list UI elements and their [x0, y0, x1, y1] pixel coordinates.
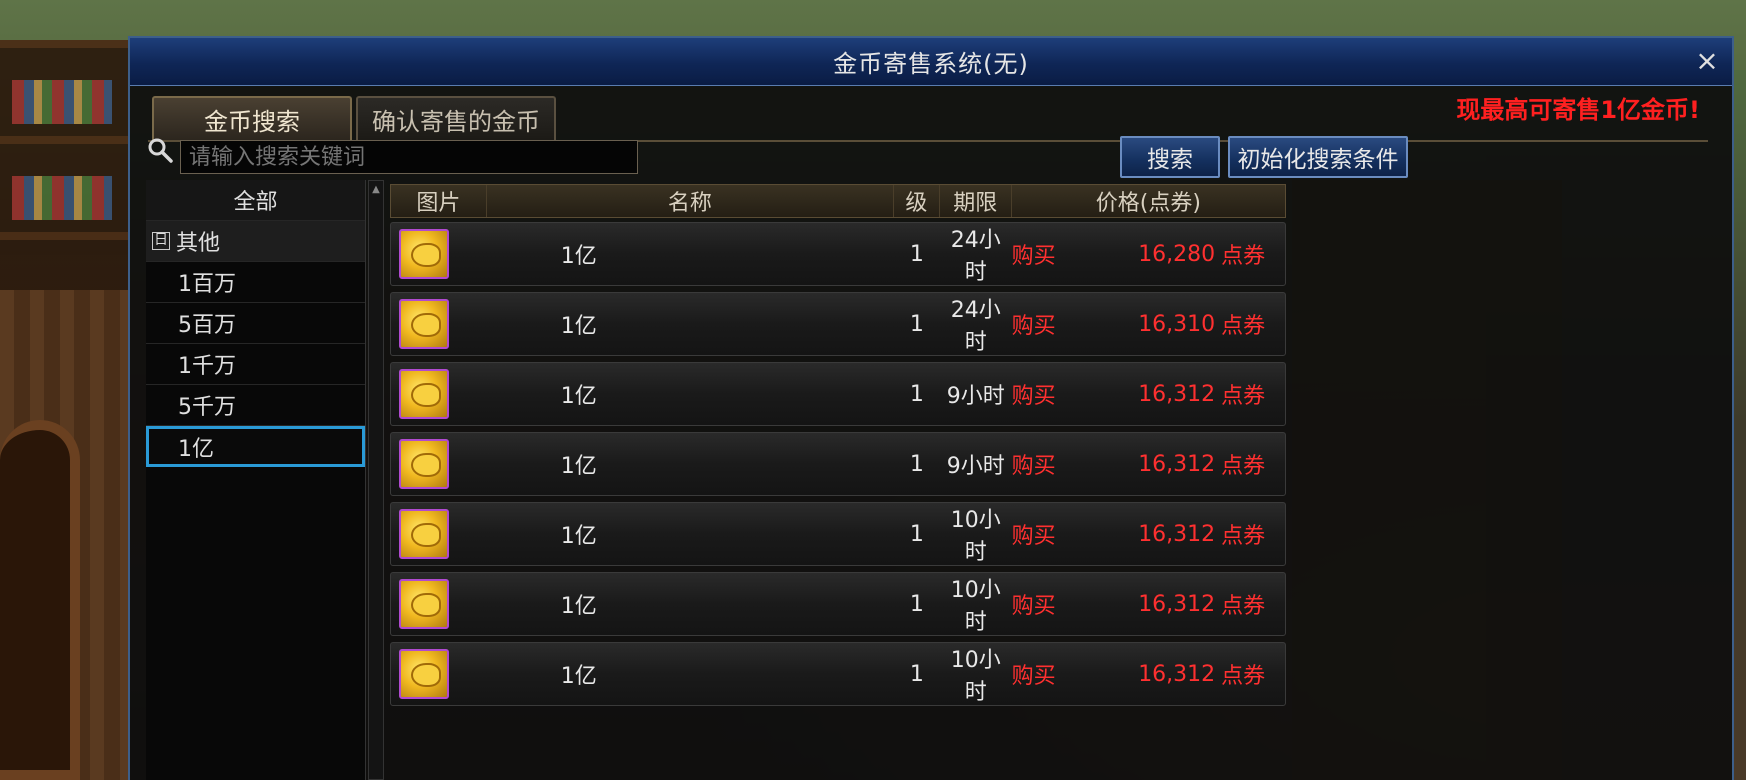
row-price-unit: 点券 [1221, 594, 1266, 619]
table-row[interactable]: 1亿 1 10小时 购买 16,312 点券 [390, 502, 1286, 566]
notice-text: 现最高可寄售1亿金币! [1456, 96, 1700, 124]
category-scrollbar[interactable]: ▲ [368, 180, 384, 780]
search-icon [148, 138, 173, 163]
table-row[interactable]: 1亿 1 10小时 购买 16,312 点券 [390, 642, 1286, 706]
background-panel [1292, 180, 1562, 780]
buy-button[interactable]: 购买 [1012, 378, 1082, 410]
row-level: 1 [909, 381, 924, 407]
tab-gold-search[interactable]: 金币搜索 [152, 96, 352, 140]
row-period: 24小时 [950, 298, 1001, 355]
row-name: 1亿 [560, 244, 597, 269]
table-row[interactable]: 1亿 1 24小时 购买 16,280 点券 [390, 222, 1286, 286]
results-table: 图片 名称 级 期限 价格(点券) 1亿 1 24小时 购买 16,280 点券… [390, 184, 1286, 712]
row-period: 9小时 [946, 454, 1005, 479]
gold-coin-icon [399, 439, 449, 489]
row-name: 1亿 [560, 314, 597, 339]
row-price-unit: 点券 [1221, 664, 1266, 689]
buy-button[interactable]: 购买 [1012, 448, 1082, 480]
table-rows: 1亿 1 24小时 购买 16,280 点券 1亿 1 24小时 购买 16,3… [390, 222, 1286, 706]
table-header: 图片 名称 级 期限 价格(点券) [390, 184, 1286, 218]
row-price: 16,312 [1138, 521, 1216, 547]
buy-button[interactable]: 购买 [1012, 518, 1082, 550]
row-period: 10小时 [950, 578, 1001, 635]
row-name: 1亿 [560, 384, 597, 409]
row-price-unit: 点券 [1221, 244, 1266, 269]
buy-button[interactable]: 购买 [1012, 588, 1082, 620]
background-books [12, 176, 112, 220]
table-row[interactable]: 1亿 1 9小时 购买 16,312 点券 [390, 432, 1286, 496]
table-row[interactable]: 1亿 1 24小时 购买 16,310 点券 [390, 292, 1286, 356]
gold-coin-icon [399, 649, 449, 699]
collapse-icon[interactable]: 日 [152, 232, 170, 250]
header-period[interactable]: 期限 [940, 185, 1012, 217]
scroll-up-icon[interactable]: ▲ [369, 181, 383, 199]
row-price-unit: 点券 [1221, 454, 1266, 479]
gold-coin-icon [399, 579, 449, 629]
buy-button[interactable]: 购买 [1012, 308, 1082, 340]
gold-coin-icon [399, 299, 449, 349]
category-50-million[interactable]: 5千万 [146, 385, 365, 426]
category-group-label: 其他 [176, 231, 221, 256]
title-bar[interactable]: 金币寄售系统(无) × [130, 38, 1732, 86]
row-price-unit: 点券 [1221, 524, 1266, 549]
row-period: 10小时 [950, 648, 1001, 705]
row-level: 1 [909, 591, 924, 617]
row-price: 16,312 [1138, 451, 1216, 477]
row-price: 16,280 [1138, 241, 1216, 267]
row-price: 16,312 [1138, 381, 1216, 407]
row-level: 1 [909, 241, 924, 267]
background-bookshelf [0, 40, 128, 290]
gold-coin-icon [399, 509, 449, 559]
background-books [12, 80, 112, 124]
search-input[interactable] [180, 140, 638, 174]
row-name: 1亿 [560, 454, 597, 479]
category-1-million[interactable]: 1百万 [146, 262, 365, 303]
row-period: 10小时 [950, 508, 1001, 565]
window-title: 金币寄售系统(无) [833, 50, 1029, 78]
tab-bar: 金币搜索 确认寄售的金币 [152, 96, 556, 140]
close-icon[interactable]: × [1692, 46, 1722, 76]
search-button[interactable]: 搜索 [1120, 136, 1220, 178]
row-name: 1亿 [560, 524, 597, 549]
header-level[interactable]: 级 [894, 185, 940, 217]
background-door [0, 420, 80, 780]
row-name: 1亿 [560, 664, 597, 689]
reset-search-button[interactable]: 初始化搜索条件 [1228, 136, 1408, 178]
category-100-million[interactable]: 1亿 [146, 426, 365, 467]
tab-confirm-consigned-gold[interactable]: 确认寄售的金币 [356, 96, 556, 140]
row-level: 1 [909, 521, 924, 547]
row-period: 9小时 [946, 384, 1005, 409]
buy-button[interactable]: 购买 [1012, 658, 1082, 690]
table-row[interactable]: 1亿 1 10小时 购买 16,312 点券 [390, 572, 1286, 636]
category-group-other[interactable]: 日 其他 [146, 221, 365, 262]
category-list: 全部 日 其他 1百万 5百万 1千万 5千万 1亿 [146, 180, 366, 780]
row-level: 1 [909, 311, 924, 337]
row-name: 1亿 [560, 594, 597, 619]
gold-coin-icon [399, 369, 449, 419]
row-price: 16,310 [1138, 311, 1216, 337]
row-price-unit: 点券 [1221, 314, 1266, 339]
gold-consignment-window: 金币寄售系统(无) × 金币搜索 确认寄售的金币 现最高可寄售1亿金币! 搜索 … [128, 36, 1734, 780]
header-price[interactable]: 价格(点券) [1012, 185, 1285, 217]
row-price: 16,312 [1138, 591, 1216, 617]
category-10-million[interactable]: 1千万 [146, 344, 365, 385]
buy-button[interactable]: 购买 [1012, 238, 1082, 270]
header-name[interactable]: 名称 [487, 185, 894, 217]
category-all[interactable]: 全部 [146, 180, 365, 221]
row-price-unit: 点券 [1221, 384, 1266, 409]
row-level: 1 [909, 451, 924, 477]
category-5-million[interactable]: 5百万 [146, 303, 365, 344]
header-image[interactable]: 图片 [391, 185, 487, 217]
gold-coin-icon [399, 229, 449, 279]
row-period: 24小时 [950, 228, 1001, 285]
table-row[interactable]: 1亿 1 9小时 购买 16,312 点券 [390, 362, 1286, 426]
row-price: 16,312 [1138, 661, 1216, 687]
row-level: 1 [909, 661, 924, 687]
